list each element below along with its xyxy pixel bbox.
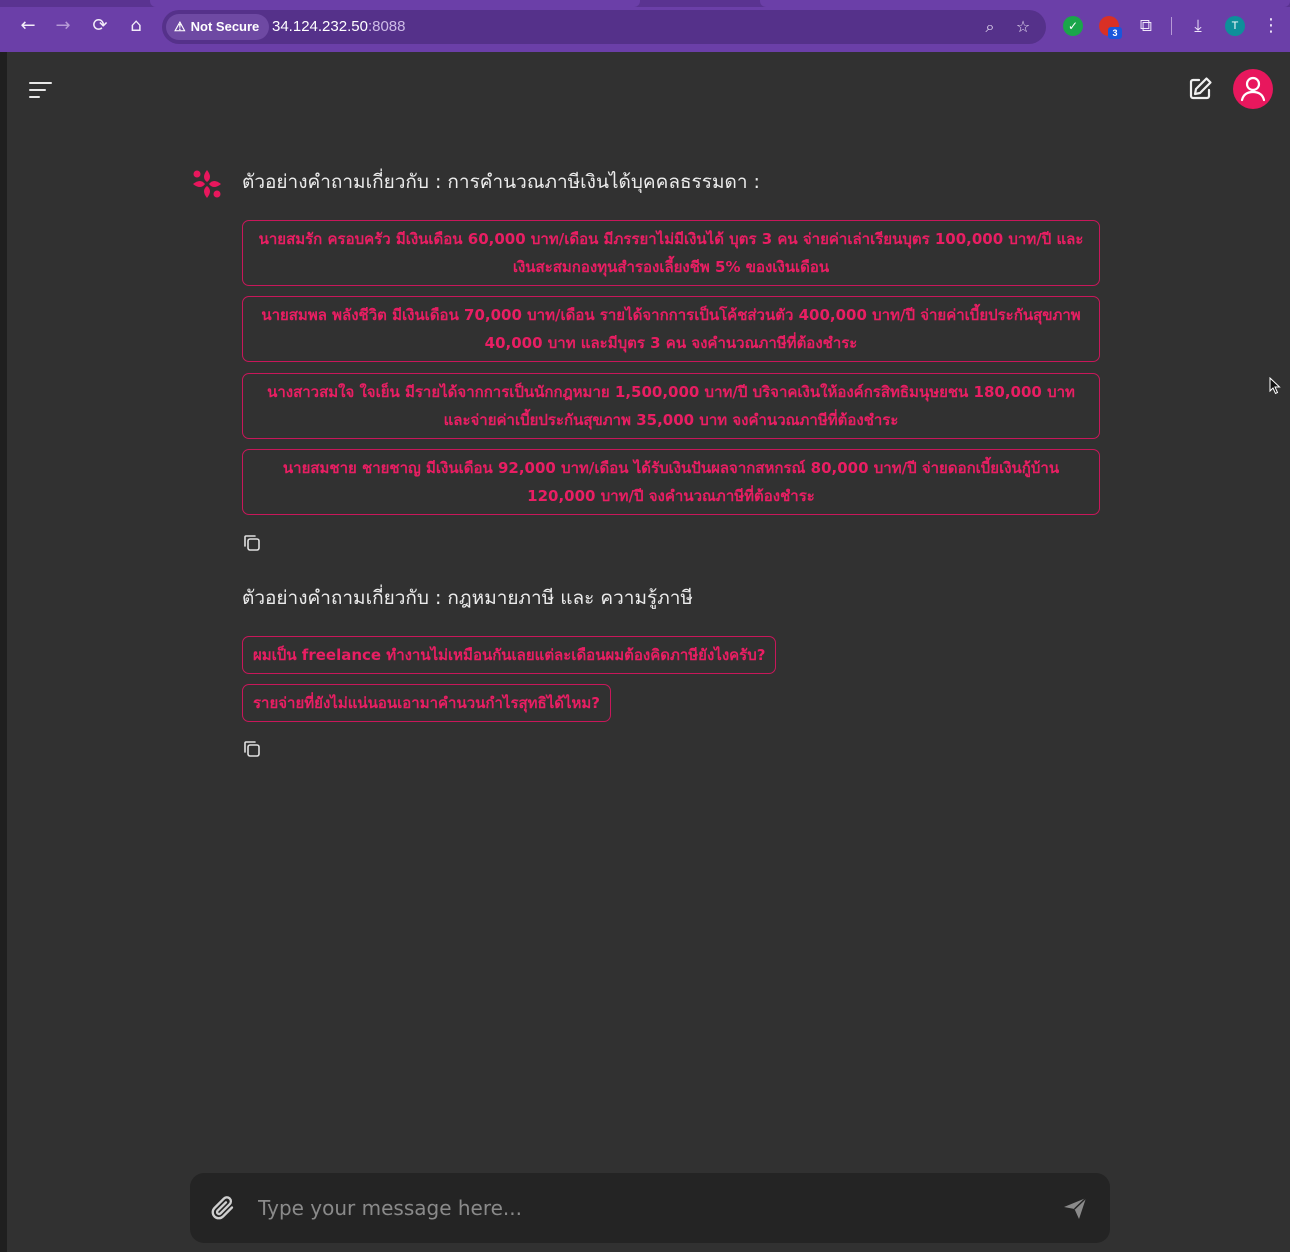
extensions-puzzle-icon[interactable]: ⧉ xyxy=(1135,15,1157,37)
warning-icon: ⚠ xyxy=(174,19,186,34)
toolbar-divider xyxy=(1171,17,1172,35)
zoom-icon[interactable]: ⌕ xyxy=(980,17,1000,37)
user-icon xyxy=(1240,76,1266,102)
browser-toolbar: ← → ⟳ ⌂ ⚠ Not Secure 34.124.232.50:8088 … xyxy=(0,0,1290,52)
extension-check-icon[interactable]: ✓ xyxy=(1063,16,1083,36)
new-chat-icon[interactable] xyxy=(1187,76,1213,102)
suggestion-button[interactable]: นายสมชาย ชายชาญ มีเงินเดือน 92,000 บาท/เ… xyxy=(242,449,1100,515)
url-text[interactable]: 34.124.232.50:8088 xyxy=(272,10,405,44)
extension-badge: 3 xyxy=(1108,27,1122,39)
window-edge xyxy=(0,52,7,1252)
address-bar[interactable]: ⚠ Not Secure 34.124.232.50:8088 ⌕ ☆ xyxy=(162,10,1046,44)
reload-icon[interactable]: ⟳ xyxy=(88,14,112,38)
browser-profile-avatar[interactable]: T xyxy=(1225,16,1245,36)
section-title-tax-calculation: ตัวอย่างคำถามเกี่ยวกับ : การคำนวณภาษีเงิ… xyxy=(242,171,760,193)
sidebar-menu-icon[interactable] xyxy=(29,78,55,102)
browser-menu-icon[interactable]: ⋮ xyxy=(1261,15,1281,37)
mouse-cursor-icon xyxy=(1269,377,1281,395)
forward-icon[interactable]: → xyxy=(51,14,75,38)
chat-app: ตัวอย่างคำถามเกี่ยวกับ : การคำนวณภาษีเงิ… xyxy=(7,52,1290,1252)
user-avatar[interactable] xyxy=(1233,69,1273,109)
tab-strip xyxy=(0,0,1290,7)
suggestion-button[interactable]: ผมเป็น freelance ทำงานไม่เหมือนกันเลยแต่… xyxy=(242,636,777,674)
copy-icon[interactable] xyxy=(242,739,262,759)
section-title-tax-law: ตัวอย่างคำถามเกี่ยวกับ : กฎหมายภาษี และ … xyxy=(242,587,693,609)
attachment-icon[interactable] xyxy=(208,1193,238,1223)
back-icon[interactable]: ← xyxy=(16,14,40,38)
bot-logo-icon xyxy=(193,170,221,198)
copy-icon[interactable] xyxy=(242,533,262,553)
home-icon[interactable]: ⌂ xyxy=(124,14,148,38)
download-icon[interactable]: ⤓ xyxy=(1187,15,1209,37)
bookmark-star-icon[interactable]: ☆ xyxy=(1013,17,1033,37)
suggestion-button[interactable]: นายสมรัก ครอบครัว มีเงินเดือน 60,000 บาท… xyxy=(242,220,1100,286)
suggestion-button[interactable]: รายจ่ายที่ยังไม่แน่นอนเอามาคำนวนกำไรสุทธ… xyxy=(242,684,612,722)
suggestion-button[interactable]: นายสมพล พลังชีวิต มีเงินเดือน 70,000 บาท… xyxy=(242,296,1100,362)
send-icon[interactable] xyxy=(1062,1195,1088,1221)
security-label: Not Secure xyxy=(190,19,260,34)
message-input[interactable] xyxy=(258,1188,1038,1228)
security-indicator[interactable]: ⚠ Not Secure xyxy=(166,14,270,40)
message-composer xyxy=(190,1173,1110,1243)
suggestion-button[interactable]: นางสาวสมใจ ใจเย็น มีรายได้จากการเป็นนักก… xyxy=(242,373,1100,439)
